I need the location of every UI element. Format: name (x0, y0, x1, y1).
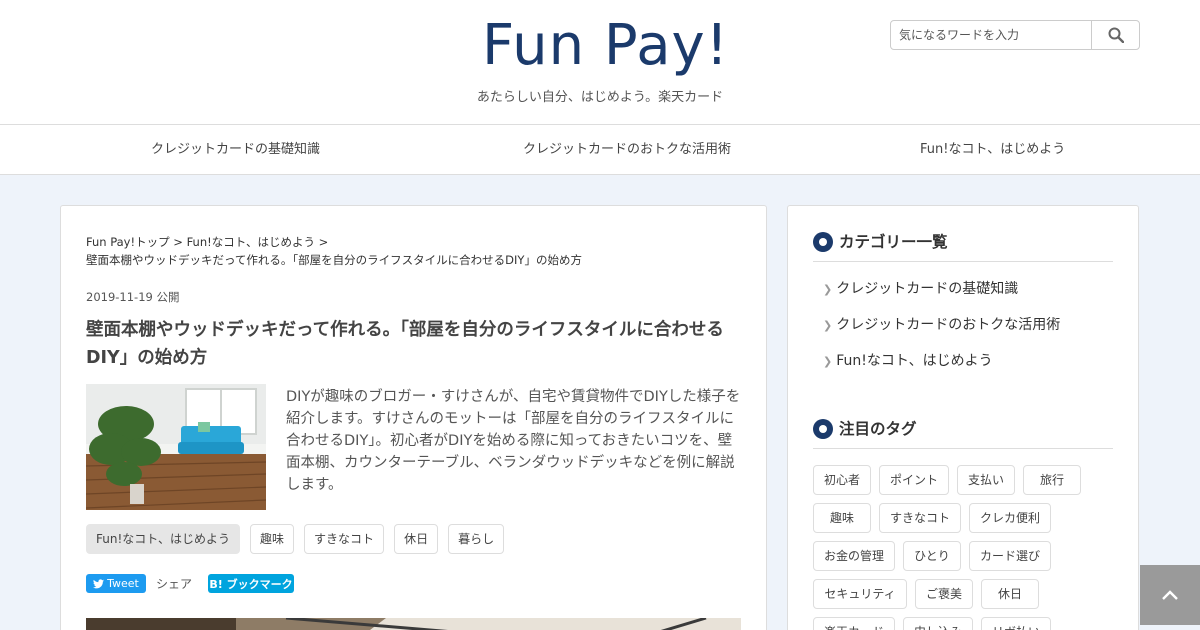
categories-heading: カテゴリー一覧 (813, 232, 1113, 262)
tag-chip[interactable]: お金の管理 (813, 541, 895, 571)
hatena-bookmark-button[interactable]: B! ブックマーク (208, 574, 295, 593)
publish-date-suffix: 公開 (156, 290, 180, 304)
tags-heading-label: 注目のタグ (839, 420, 917, 438)
publish-date-value: 2019-11-19 (86, 290, 153, 304)
search-button[interactable] (1091, 21, 1139, 49)
search-input[interactable] (891, 21, 1091, 49)
heading-bullet-icon (813, 419, 833, 439)
heading-bullet-icon (813, 232, 833, 252)
breadcrumb-category[interactable]: Fun!なコト、はじめよう (187, 235, 315, 249)
sidebar-category-label: Fun!なコト、はじめよう (836, 353, 993, 369)
chevron-right-icon: ❯ (823, 319, 833, 332)
site-tagline: あたらしい自分、はじめよう。楽天カード (476, 90, 724, 105)
article-thumbnail[interactable] (86, 384, 266, 510)
tag-chip[interactable]: 暮らし (448, 524, 505, 554)
chevron-up-icon (1162, 590, 1178, 600)
article-excerpt: DIYが趣味のブロガー・すけさんが、自宅や賃貸物件でDIYした様子を紹介します。… (286, 389, 741, 493)
tag-chip[interactable]: クレカ便利 (969, 503, 1051, 533)
sidebar-category-label: クレジットカードのおトクな活用術 (836, 317, 1061, 333)
article-title[interactable]: 壁面本棚やウッドデッキだって作れる。「部屋を自分のライフスタイルに合わせるDIY… (86, 316, 746, 372)
breadcrumb: Fun Pay!トップ > Fun!なコト、はじめよう > 壁面本棚やウッドデッ… (86, 233, 736, 269)
tag-chip[interactable]: すきなコト (304, 524, 385, 554)
chevron-right-icon: ❯ (823, 355, 833, 368)
breadcrumb-current: 壁面本棚やウッドデッキだって作れる。「部屋を自分のライフスタイルに合わせるDIY… (86, 253, 582, 267)
share-count-label: シェア (156, 577, 193, 591)
search-icon (1108, 27, 1124, 43)
nav-item-basics[interactable]: クレジットカードの基礎知識 (151, 125, 320, 174)
breadcrumb-home[interactable]: Fun Pay!トップ (86, 235, 170, 249)
tag-chip[interactable]: 趣味 (250, 524, 295, 554)
back-to-top-button[interactable] (1140, 565, 1200, 625)
sidebar-category-basics[interactable]: ❯ クレジットカードの基礎知識 (823, 278, 1018, 298)
sidebar-category-tips[interactable]: ❯ クレジットカードのおトクな活用術 (823, 314, 1060, 334)
tag-chip[interactable]: カード選び (969, 541, 1051, 571)
site-header: Fun Pay! あたらしい自分、はじめよう。楽天カード (0, 0, 1200, 125)
tag-chip[interactable]: 趣味 (813, 503, 871, 533)
publish-date: 2019-11-19 公開 (86, 289, 180, 305)
tag-chip[interactable]: リボ払い (981, 617, 1051, 630)
categories-heading-label: カテゴリー一覧 (839, 233, 948, 251)
tag-chip[interactable]: ご褒美 (915, 579, 973, 609)
global-nav: クレジットカードの基礎知識 クレジットカードのおトクな活用術 Fun!なコト、は… (0, 124, 1200, 175)
sidebar: カテゴリー一覧 ❯ クレジットカードの基礎知識 ❯ クレジットカードのおトクな活用術… (787, 205, 1139, 630)
tag-chip[interactable]: セキュリティ (813, 579, 907, 609)
tweet-button[interactable]: Tweet (86, 574, 146, 593)
article-card: Fun Pay!トップ > Fun!なコト、はじめよう > 壁面本棚やウッドデッ… (60, 205, 767, 630)
tag-chip[interactable]: ポイント (879, 465, 949, 495)
article-hero-image (86, 618, 741, 630)
tag-chip[interactable]: 休日 (981, 579, 1039, 609)
sidebar-category-fun[interactable]: ❯ Fun!なコト、はじめよう (823, 350, 993, 370)
tag-chip[interactable]: 初心者 (813, 465, 871, 495)
article-tags: Fun!なコト、はじめよう 趣味 すきなコト 休日 暮らし (86, 524, 505, 554)
nav-item-fun[interactable]: Fun!なコト、はじめよう (920, 125, 1065, 174)
search-box (890, 20, 1140, 50)
site-logo[interactable]: Fun Pay! (482, 10, 728, 82)
tag-chip[interactable]: 申し込み (903, 617, 973, 630)
sidebar-category-label: クレジットカードの基礎知識 (836, 281, 1019, 297)
chevron-right-icon: ❯ (823, 283, 833, 296)
tag-chip[interactable]: 楽天カード (813, 617, 895, 630)
breadcrumb-separator: > (169, 235, 187, 249)
tag-chip[interactable]: すきなコト (879, 503, 961, 533)
thumbnail-image (86, 384, 266, 510)
tag-chip[interactable]: 支払い (957, 465, 1015, 495)
tag-chip[interactable]: ひとり (903, 541, 961, 571)
category-tag[interactable]: Fun!なコト、はじめよう (86, 524, 241, 554)
hero-image (86, 618, 741, 630)
share-row: Tweet シェア B! ブックマーク (86, 574, 295, 593)
tags-heading: 注目のタグ (813, 419, 1113, 449)
breadcrumb-separator: > (315, 235, 329, 249)
tag-chip[interactable]: 休日 (394, 524, 439, 554)
nav-item-tips[interactable]: クレジットカードのおトクな活用術 (523, 125, 731, 174)
tag-chip[interactable]: 旅行 (1023, 465, 1081, 495)
tweet-label: Tweet (107, 577, 139, 590)
twitter-bird-icon (93, 578, 105, 588)
